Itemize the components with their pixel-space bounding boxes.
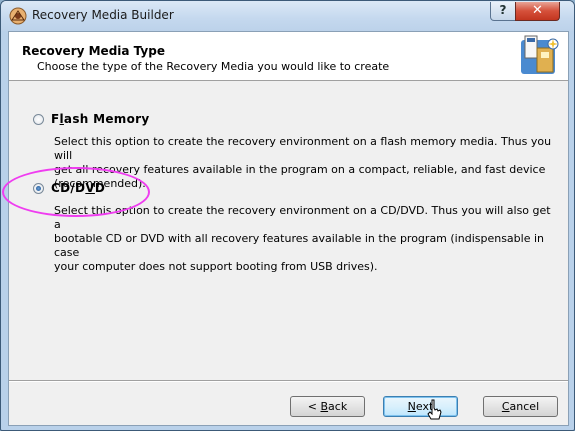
flash-memory-desc-line: Select this option to create the recover… xyxy=(54,135,552,162)
flash-memory-label-post: ash Memory xyxy=(63,112,150,126)
back-button-accel: B xyxy=(320,400,329,413)
close-button[interactable]: ✕ xyxy=(515,2,560,21)
back-button-post: ack xyxy=(328,400,348,413)
flash-memory-label[interactable]: Flash Memory xyxy=(51,112,149,126)
title-bar[interactable]: Recovery Media Builder ? ✕ xyxy=(1,1,574,31)
back-button[interactable]: < Back xyxy=(290,396,365,417)
page-subtitle: Choose the type of the Recovery Media yo… xyxy=(37,60,390,73)
cd-dvd-desc-line: bootable CD or DVD with all recovery fea… xyxy=(54,232,545,259)
next-button[interactable]: Next xyxy=(383,396,458,417)
help-button[interactable]: ? xyxy=(490,2,516,21)
wizard-client-area: Recovery Media Type Choose the type of t… xyxy=(2,31,569,426)
window-title: Recovery Media Builder xyxy=(32,8,174,22)
mouse-pointer-icon xyxy=(427,399,442,420)
flash-memory-radio[interactable] xyxy=(33,114,44,125)
cancel-button[interactable]: Cancel xyxy=(483,396,558,417)
cancel-button-post: ancel xyxy=(509,400,540,413)
cd-dvd-desc-line: your computer does not support booting f… xyxy=(54,260,378,273)
recovery-media-wizard-icon xyxy=(521,35,559,74)
next-button-accel: N xyxy=(407,400,416,413)
flash-memory-label-pre: F xyxy=(51,112,60,126)
cancel-button-accel: C xyxy=(501,400,510,413)
app-icon xyxy=(9,7,27,25)
footer-divider xyxy=(9,380,568,382)
page-title: Recovery Media Type xyxy=(22,44,165,58)
recovery-media-builder-window: Recovery Media Builder ? ✕ Recovery Medi… xyxy=(0,0,575,431)
cd-dvd-description: Select this option to create the recover… xyxy=(54,204,559,274)
back-button-pre: < xyxy=(307,400,321,413)
wizard-header: Recovery Media Type Choose the type of t… xyxy=(9,32,568,81)
highlight-annotation xyxy=(2,167,150,217)
